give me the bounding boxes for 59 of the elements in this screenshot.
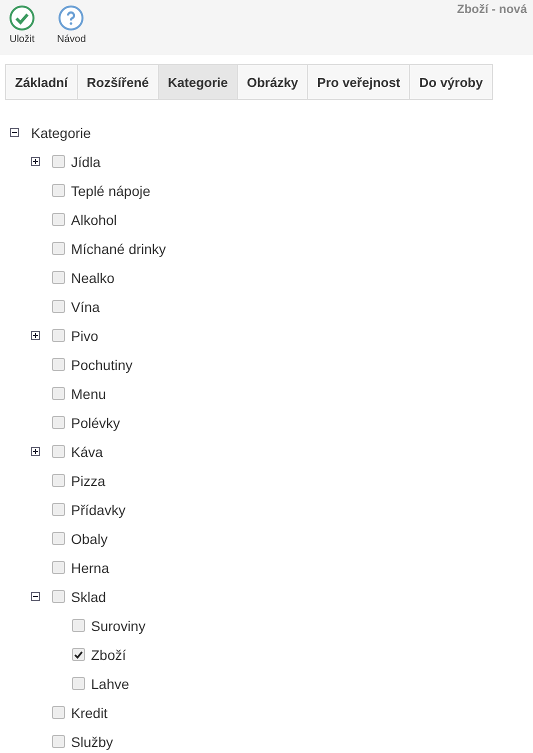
tree-item-label[interactable]: Nealko [71, 270, 115, 286]
tree-item-label[interactable]: Herna [71, 560, 110, 576]
tree-item-label[interactable]: Kredit [71, 704, 108, 720]
tree-item-label[interactable]: Zboží [91, 646, 126, 662]
checkbox[interactable] [52, 329, 65, 342]
tab[interactable]: Do výroby [409, 64, 493, 100]
checkbox[interactable] [52, 416, 65, 429]
tree-item-label[interactable]: Pochutiny [71, 356, 132, 372]
tree-item-label[interactable]: Vína [71, 298, 100, 314]
checkbox[interactable] [52, 735, 65, 748]
page-title: Zboží - nová [457, 2, 527, 16]
collapse-icon[interactable] [31, 592, 40, 601]
tree-item-label[interactable]: Alkohol [71, 212, 117, 228]
tree-item-label[interactable]: Menu [71, 386, 106, 402]
tree-item-label[interactable]: Pizza [71, 472, 106, 488]
checkbox[interactable] [52, 358, 65, 371]
tab[interactable]: Základní [5, 64, 78, 100]
checkbox[interactable] [72, 619, 85, 632]
checkbox[interactable] [52, 387, 65, 400]
checkbox[interactable] [52, 271, 65, 284]
save-button[interactable]: Uložit [9, 5, 35, 55]
expand-icon[interactable] [31, 447, 40, 456]
tree-item-label[interactable]: Obaly [71, 530, 108, 546]
checkbox[interactable] [52, 300, 65, 313]
checkbox[interactable] [52, 474, 65, 487]
checkbox[interactable] [52, 561, 65, 574]
checkbox[interactable] [52, 213, 65, 226]
tree-item-label[interactable]: Polévky [71, 414, 120, 430]
checkbox[interactable] [52, 532, 65, 545]
tab[interactable]: Obrázky [236, 64, 308, 100]
tree-item-label[interactable]: Přídavky [71, 502, 126, 518]
checkbox[interactable] [52, 155, 65, 168]
checkmark-icon [9, 5, 35, 31]
tab[interactable]: Kategorie [158, 64, 238, 100]
expand-icon[interactable] [31, 157, 40, 166]
collapse-icon[interactable] [10, 128, 19, 137]
tree-item-label[interactable]: Lahve [91, 676, 130, 692]
tree-item-label[interactable]: Míchané drinky [71, 240, 166, 256]
tab[interactable]: Pro veřejnost [307, 64, 410, 100]
checkbox[interactable] [52, 590, 65, 603]
tree-item-label[interactable]: Pivo [71, 328, 98, 344]
checkbox[interactable] [72, 677, 85, 690]
checkbox[interactable] [52, 184, 65, 197]
checkbox[interactable] [52, 242, 65, 255]
tree-item-label[interactable]: Jídla [71, 154, 101, 170]
tree-item-label[interactable]: Teplé nápoje [71, 182, 150, 198]
checkbox[interactable] [52, 445, 65, 458]
tree-item-label[interactable]: Kategorie [31, 124, 91, 140]
tree-item-label[interactable]: Suroviny [91, 618, 146, 634]
help-icon [58, 5, 84, 31]
tree-item-label[interactable]: Sklad [71, 588, 106, 604]
tab[interactable]: Rozšířené [76, 64, 159, 100]
tree-item-label[interactable]: Služby [71, 734, 114, 750]
checkbox[interactable] [52, 503, 65, 516]
expand-icon[interactable] [31, 331, 40, 340]
checkbox[interactable] [72, 648, 85, 661]
checkbox[interactable] [52, 706, 65, 719]
tree-item-label[interactable]: Káva [71, 444, 103, 460]
help-button[interactable]: Návod [57, 5, 86, 55]
